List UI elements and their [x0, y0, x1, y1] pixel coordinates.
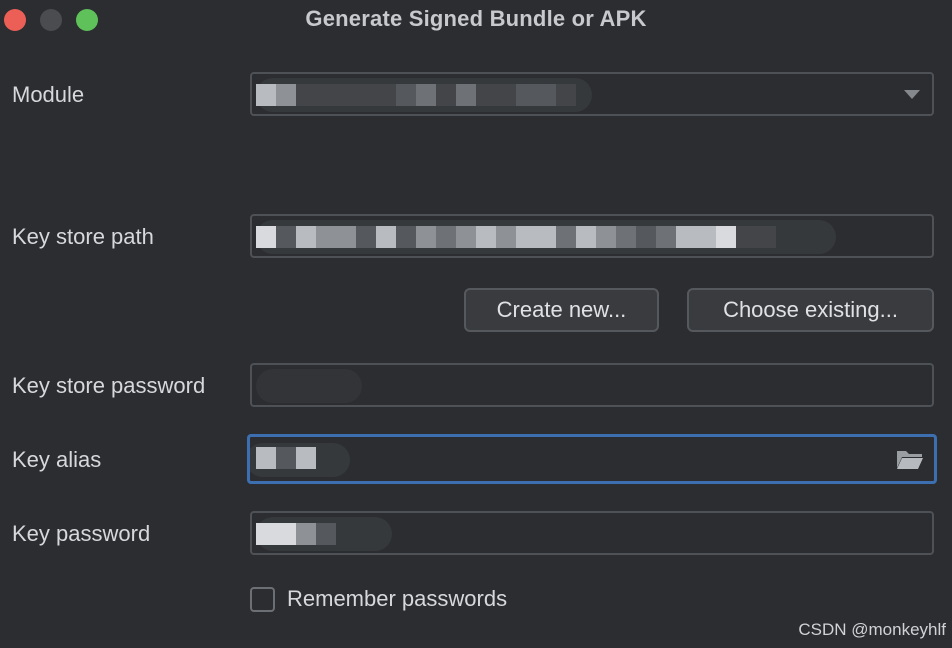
- module-select[interactable]: [250, 72, 934, 116]
- title-bar: Generate Signed Bundle or APK: [0, 0, 952, 40]
- redacted-value: [256, 369, 362, 403]
- dialog-title: Generate Signed Bundle or APK: [305, 6, 647, 31]
- key-store-password-label: Key store password: [12, 373, 206, 398]
- choose-existing-button[interactable]: Choose existing...: [687, 288, 934, 332]
- key-store-password-field[interactable]: [250, 363, 934, 407]
- masked-key-alias-value: [256, 447, 316, 469]
- generate-signed-bundle-dialog: Generate Signed Bundle or APK Module Key…: [0, 0, 952, 648]
- key-alias-field[interactable]: [247, 434, 937, 484]
- key-store-path-field[interactable]: [250, 214, 934, 258]
- create-new-button[interactable]: Create new...: [464, 288, 659, 332]
- key-password-label: Key password: [12, 521, 151, 546]
- masked-key-store-path-value: [256, 226, 776, 248]
- remember-passwords-checkbox[interactable]: [250, 587, 275, 612]
- module-label: Module: [12, 82, 85, 107]
- folder-icon[interactable]: [896, 448, 924, 470]
- key-password-field[interactable]: [250, 511, 934, 555]
- remember-passwords-label[interactable]: Remember passwords: [287, 586, 507, 612]
- masked-module-value: [256, 84, 576, 106]
- key-alias-label: Key alias: [12, 447, 102, 472]
- masked-key-password-value: [256, 523, 336, 545]
- chevron-down-icon[interactable]: [904, 90, 920, 99]
- key-store-path-label: Key store path: [12, 224, 154, 249]
- watermark: CSDN @monkeyhlf: [798, 620, 946, 639]
